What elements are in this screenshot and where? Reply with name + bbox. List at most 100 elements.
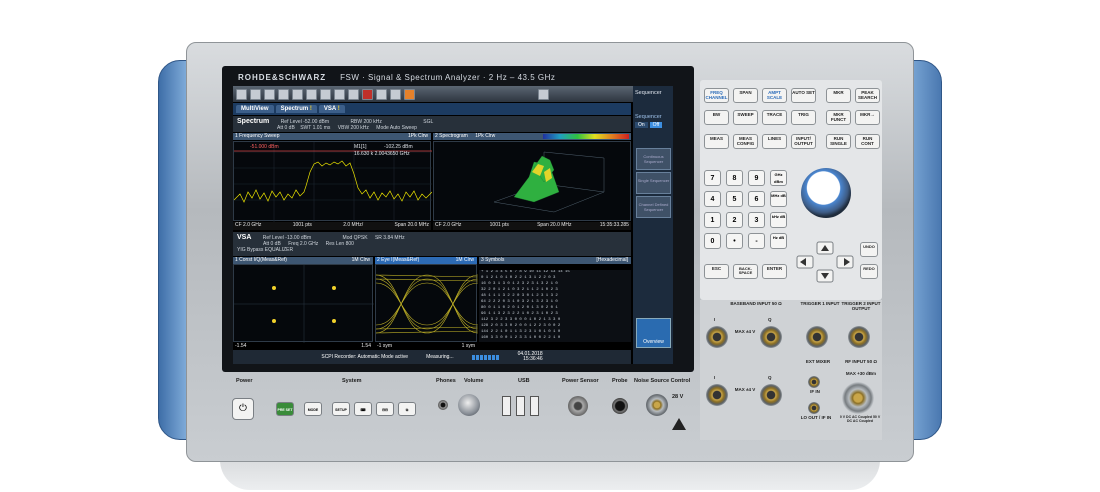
meas-config-key[interactable]: MEAS CONFIG	[733, 134, 758, 149]
key-8[interactable]: 8	[726, 170, 743, 186]
sequencer-label: Sequencer	[635, 114, 662, 120]
softkey-channel-defined-sequencer[interactable]: Channel Defined Sequencer	[636, 196, 671, 218]
spectrogram-plot[interactable]	[433, 141, 631, 221]
undo-icon[interactable]	[334, 88, 345, 100]
spectrogram-title: 2 Spectrogram 1Pk Clrw	[433, 133, 631, 140]
mkr-to-key[interactable]: MKR→	[855, 110, 880, 125]
auto-set-key[interactable]: AUTO SET	[791, 88, 816, 103]
volume-knob[interactable]	[458, 394, 480, 416]
constellation-plot[interactable]	[233, 264, 374, 343]
tab-spectrum[interactable]: Spectrum	[275, 105, 317, 113]
redo-key[interactable]: REDO	[860, 264, 878, 279]
mhz-key[interactable]: MHz dB	[770, 191, 787, 207]
preset-key[interactable]: PRE SET	[276, 402, 294, 416]
usb-port-2[interactable]	[516, 396, 525, 416]
hz-key[interactable]: Hz dB	[770, 233, 787, 249]
trace-key[interactable]: TRACE	[762, 110, 787, 125]
usb-port-3[interactable]	[530, 396, 539, 416]
freq-sweep-plot[interactable]: -51.000 dBm M1[1] -102.25 dBm 16.630 k 2…	[233, 141, 433, 222]
key-5[interactable]: 5	[726, 191, 743, 207]
camera-icon[interactable]	[538, 88, 549, 100]
print-icon[interactable]	[278, 88, 289, 100]
meas-key[interactable]: MEAS	[704, 134, 729, 149]
tab-multiview[interactable]: MultiView	[236, 105, 274, 113]
key-2[interactable]: 2	[726, 212, 743, 228]
softkey-single-sequencer[interactable]: Single Sequencer	[636, 172, 671, 194]
key-6[interactable]: 6	[748, 191, 765, 207]
enter-key[interactable]: ENTER	[762, 264, 787, 279]
power-button[interactable]: ⏻	[232, 398, 254, 420]
rf-input-connector[interactable]	[842, 382, 874, 414]
key-3[interactable]: 3	[748, 212, 765, 228]
headphone-jack[interactable]	[438, 400, 448, 410]
help-pointer-icon[interactable]	[390, 88, 401, 100]
eye-right: 1 sym	[461, 343, 475, 349]
zoom-icon[interactable]	[306, 88, 317, 100]
esc-key[interactable]: ESC	[704, 264, 729, 279]
bw-key[interactable]: BW	[704, 110, 729, 125]
help-icon[interactable]	[404, 88, 415, 100]
setup-key[interactable]: SETUP	[332, 402, 350, 416]
tab-vsa[interactable]: VSA	[318, 105, 345, 113]
mode-key[interactable]: MODE	[304, 402, 322, 416]
volume-label: Volume	[464, 378, 484, 384]
analyzer-screen[interactable]: Sequencer Sequencer On Off Continuous Se…	[233, 86, 673, 364]
span-key[interactable]: SPAN	[733, 88, 758, 103]
eye-diagram-plot[interactable]	[375, 264, 479, 342]
key-1[interactable]: 1	[704, 212, 721, 228]
keyboard-key[interactable]: ⌨	[354, 402, 372, 416]
overview-button[interactable]: Overview	[636, 318, 671, 348]
if-in-port[interactable]	[808, 376, 820, 388]
key-4[interactable]: 4	[704, 191, 721, 207]
record-icon[interactable]	[362, 88, 373, 100]
open-icon[interactable]	[250, 88, 261, 100]
noise-source-label: Noise Source Control	[634, 378, 691, 384]
run-single-key[interactable]: RUN SINGLE	[826, 134, 851, 149]
mkr-key[interactable]: MKR	[826, 88, 851, 103]
redo-icon[interactable]	[348, 88, 359, 100]
key-decimal[interactable]: •	[726, 233, 743, 249]
backspace-key[interactable]: BACK-SPACE	[733, 264, 758, 279]
usb-port-1[interactable]	[502, 396, 511, 416]
softkey-continuous-sequencer[interactable]: Continuous Sequencer	[636, 148, 671, 170]
key-0[interactable]: 0	[704, 233, 721, 249]
mkr-funct-key[interactable]: MKR FUNCT	[826, 110, 851, 125]
baseband-i-input[interactable]	[706, 326, 728, 348]
baseband-q-input[interactable]	[760, 326, 782, 348]
trigger2-port[interactable]	[848, 326, 870, 348]
layout-icon[interactable]	[292, 88, 303, 100]
save-icon[interactable]	[264, 88, 275, 100]
power-sensor-port[interactable]	[568, 396, 588, 416]
display-split-key[interactable]: ⊟⊟	[376, 402, 394, 416]
peak-search-key[interactable]: PEAK SEARCH	[855, 88, 880, 103]
freq-channel-key[interactable]: FREQ CHANNEL	[704, 88, 729, 103]
const-footer: -1.54 1.54	[233, 343, 373, 349]
windows-icon[interactable]	[236, 88, 247, 100]
multi-zoom-icon[interactable]	[320, 88, 331, 100]
lines-key[interactable]: LINES	[762, 134, 787, 149]
sequencer-off[interactable]: Off	[649, 122, 663, 128]
sweep-key[interactable]: SWEEP	[733, 110, 758, 125]
sequencer-on[interactable]: On	[635, 122, 648, 128]
spectrogram-title-text: 2 Spectrogram	[435, 133, 468, 139]
baseband-i-bar-input[interactable]	[706, 384, 728, 406]
baseband-q-bar-input[interactable]	[760, 384, 782, 406]
key-7[interactable]: 7	[704, 170, 721, 186]
screenshot-key[interactable]: ⧉	[398, 402, 416, 416]
trig-key[interactable]: TRIG	[791, 110, 816, 125]
key-minus[interactable]: -	[748, 233, 765, 249]
probe-port[interactable]	[612, 398, 628, 414]
rotary-knob[interactable]	[801, 168, 851, 218]
lo-out-port[interactable]	[808, 402, 820, 414]
khz-key[interactable]: kHz dB	[770, 212, 787, 228]
spectrogram-footer: CF 2.0 GHz 1001 pts Span 20.0 MHz 15:35:…	[433, 222, 631, 230]
run-cont-key[interactable]: RUN CONT	[855, 134, 880, 149]
noise-source-connector[interactable]	[646, 394, 668, 416]
sequence-icon[interactable]	[376, 88, 387, 100]
ampt-scale-key[interactable]: AMPT SCALE	[762, 88, 787, 103]
ghz-key[interactable]: GHz dBm	[770, 170, 787, 186]
key-9[interactable]: 9	[748, 170, 765, 186]
input-output-key[interactable]: INPUT/ OUTPUT	[791, 134, 816, 149]
trigger1-input[interactable]	[806, 326, 828, 348]
undo-key[interactable]: UNDO	[860, 242, 878, 257]
